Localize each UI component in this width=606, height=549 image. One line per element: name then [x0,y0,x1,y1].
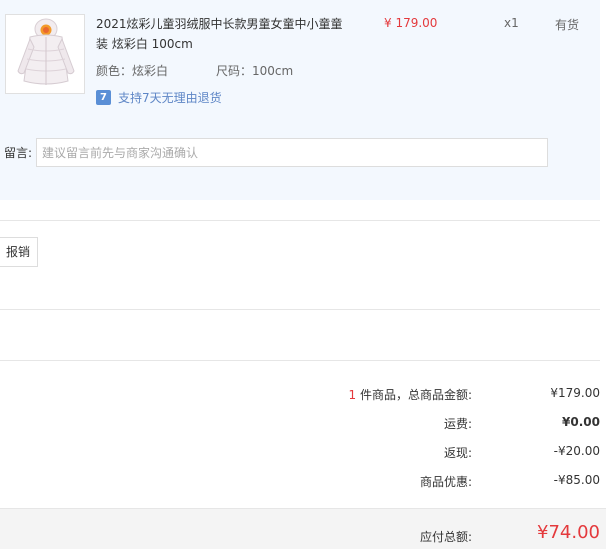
invoice-button[interactable]: 报销 [0,237,38,267]
attr-size: 尺码：100cm [216,64,294,78]
discount-label: 商品优惠: [419,475,472,489]
payment-footer [0,508,606,549]
product-title[interactable]: 2021炫彩儿童羽绒服中长款男童女童中小童童装 炫彩白 100cm [96,14,346,54]
divider [0,220,600,221]
payable-label: 应付总额: [419,530,472,544]
note-label: 留言: [4,146,33,160]
shipping-label: 运费: [443,417,472,431]
stock-status: 有货 [555,18,580,32]
return-policy[interactable]: 7 支持7天无理由退货 [96,89,222,106]
return-policy-text: 支持7天无理由退货 [118,91,222,105]
attr-color: 颜色：炫彩白 [96,64,169,78]
quantity: x1 [504,16,519,30]
product-thumbnail[interactable] [5,14,85,94]
divider [0,309,600,310]
divider [0,360,600,361]
goods-total-value: ¥179.00 [550,386,600,400]
goods-total-label-text: 件商品，总商品金额: [356,388,472,402]
cashback-value: -¥20.00 [553,444,600,458]
payable-value: ¥74.00 [537,522,600,543]
note-input[interactable] [36,138,548,167]
cashback-label: 返现: [443,446,472,460]
discount-value: -¥85.00 [553,473,600,487]
goods-total-label: 1 件商品，总商品金额: [349,386,473,403]
item-count: 1 [348,388,357,402]
jacket-image [6,15,84,93]
shipping-value: ¥0.00 [562,415,600,429]
return-7day-icon: 7 [96,90,111,105]
unit-price: ¥ 179.00 [384,16,438,30]
